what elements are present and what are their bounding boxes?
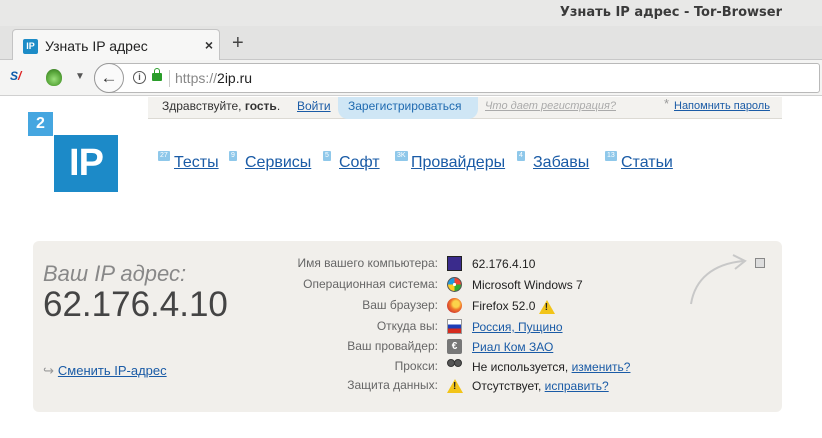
curved-arrow-icon: [690, 254, 747, 305]
tab-2ip[interactable]: IP Узнать IP адрес ×: [12, 29, 220, 61]
window-titlebar: Узнать IP адрес - Tor-Browser: [0, 0, 822, 26]
info-label: Ваш браузер:: [362, 298, 438, 312]
tab-strip: IP Узнать IP адрес × +: [0, 26, 822, 61]
windows-icon: [447, 277, 462, 292]
menu-badge: 9: [229, 151, 237, 161]
proxy-change-link[interactable]: изменить?: [572, 360, 631, 374]
menu-item-providers[interactable]: 3K Провайдеры: [395, 151, 505, 172]
menu-item-soft[interactable]: 5 Софт: [323, 151, 380, 172]
info-value-wrap: Риал Ком ЗАО: [472, 340, 553, 354]
info-value: Отсутствует,: [472, 379, 545, 393]
change-ip[interactable]: ↪ Сменить IP-адрес: [43, 363, 167, 379]
location-link[interactable]: Россия, Пущино: [472, 320, 563, 334]
navigation-bar: S/ ▼ ← i https://2ip.ru: [0, 60, 822, 96]
menu-label[interactable]: Забавы: [533, 154, 589, 171]
info-value: Microsoft Windows 7: [472, 278, 583, 292]
menu-badge: 5: [323, 151, 331, 161]
greeting-text: Здравствуйте,: [162, 99, 245, 113]
ip-info-card: Ваш IP адрес: 62.176.4.10 ↪ Сменить IP-ад…: [33, 241, 782, 412]
warning-icon: !: [447, 378, 463, 393]
isp-icon: €: [447, 339, 462, 354]
user-topbar: Здравствуйте, гость. Войти Зарегистриров…: [148, 96, 782, 119]
url-scheme: https://: [175, 70, 218, 86]
menu-badge: 13: [605, 151, 617, 161]
tab-close-icon[interactable]: ×: [205, 37, 213, 53]
info-value: Firefox 52.0: [472, 299, 536, 313]
greeting-dot: .: [276, 99, 281, 113]
menu-label[interactable]: Софт: [339, 154, 380, 171]
menu-badge: 27: [158, 151, 170, 161]
protection-fix-link[interactable]: исправить?: [545, 379, 609, 393]
info-value: 62.176.4.10: [472, 257, 536, 271]
glasses-icon: [447, 359, 462, 374]
lock-icon[interactable]: [152, 68, 162, 81]
register-button[interactable]: Зарегистрироваться: [338, 97, 478, 119]
logo-ip-icon[interactable]: IP: [54, 135, 118, 192]
menu-label[interactable]: Сервисы: [245, 154, 311, 171]
2ip-favicon-icon: IP: [23, 39, 38, 54]
url-text[interactable]: https://2ip.ru: [175, 70, 252, 86]
menu-label[interactable]: Тесты: [174, 154, 219, 171]
tab-title: Узнать IP адрес: [45, 38, 148, 54]
s-extension-icon[interactable]: S/: [10, 69, 21, 83]
info-label: Прокси:: [394, 359, 438, 373]
info-value-wrap: Не используется, изменить?: [472, 360, 630, 374]
remind-password-link[interactable]: Напомнить пароль: [674, 100, 770, 112]
info-value: Не используется,: [472, 360, 572, 374]
info-label: Имя вашего компьютера:: [297, 256, 438, 270]
firefox-icon: [447, 298, 462, 313]
info-value-wrap: Отсутствует, исправить?: [472, 379, 609, 393]
guest-name: гость: [244, 99, 277, 113]
login-link[interactable]: Войти: [297, 99, 331, 113]
widget-box-icon[interactable]: [755, 258, 765, 268]
ip-address-value: 62.176.4.10: [43, 285, 228, 324]
menu-item-fun[interactable]: 4 Забавы: [517, 151, 589, 172]
provider-link[interactable]: Риал Ком ЗАО: [472, 340, 553, 354]
menu-item-articles[interactable]: 13 Статьи: [605, 151, 673, 172]
url-divider: [169, 70, 170, 87]
info-value-wrap: Firefox 52.0 !: [472, 299, 555, 314]
star-mark: *: [664, 96, 670, 111]
logo-two-icon[interactable]: 2: [28, 112, 53, 136]
monitor-icon: [447, 256, 462, 271]
menu-item-services[interactable]: 9 Сервисы: [229, 151, 311, 172]
change-arrow-icon: ↪: [43, 363, 54, 378]
warning-icon: !: [538, 299, 555, 314]
info-value-wrap: Россия, Пущино: [472, 320, 563, 334]
menu-badge: 4: [517, 151, 525, 161]
menu-item-tests[interactable]: 27 Тесты: [158, 151, 219, 172]
url-host: 2ip.ru: [217, 70, 253, 86]
window-title: Узнать IP адрес - Tor-Browser: [559, 5, 782, 20]
info-label: Операционная система:: [303, 277, 438, 291]
new-tab-button[interactable]: +: [232, 32, 244, 55]
why-register-link[interactable]: Что дает регистрация?: [485, 100, 616, 112]
page-content: Здравствуйте, гость. Войти Зарегистриров…: [0, 96, 822, 438]
onion-menu-arrow-icon[interactable]: ▼: [75, 71, 85, 82]
info-label: Защита данных:: [347, 378, 438, 392]
tor-onion-icon[interactable]: [46, 69, 62, 86]
info-label: Ваш провайдер:: [347, 339, 438, 353]
back-button[interactable]: ←: [94, 63, 124, 93]
menu-label[interactable]: Статьи: [621, 154, 673, 171]
change-ip-link[interactable]: Сменить IP-адрес: [58, 363, 167, 378]
site-info-icon[interactable]: i: [133, 71, 146, 84]
greeting: Здравствуйте, гость.: [162, 99, 280, 113]
menu-label[interactable]: Провайдеры: [411, 154, 505, 171]
info-label: Откуда вы:: [376, 319, 438, 333]
ip-label: Ваш IP адрес:: [43, 261, 187, 286]
menu-badge: 3K: [395, 151, 408, 161]
russia-flag-icon: [447, 319, 462, 334]
warning-icon-wrap: !: [447, 378, 463, 393]
url-bar[interactable]: ← i https://2ip.ru: [94, 63, 820, 93]
